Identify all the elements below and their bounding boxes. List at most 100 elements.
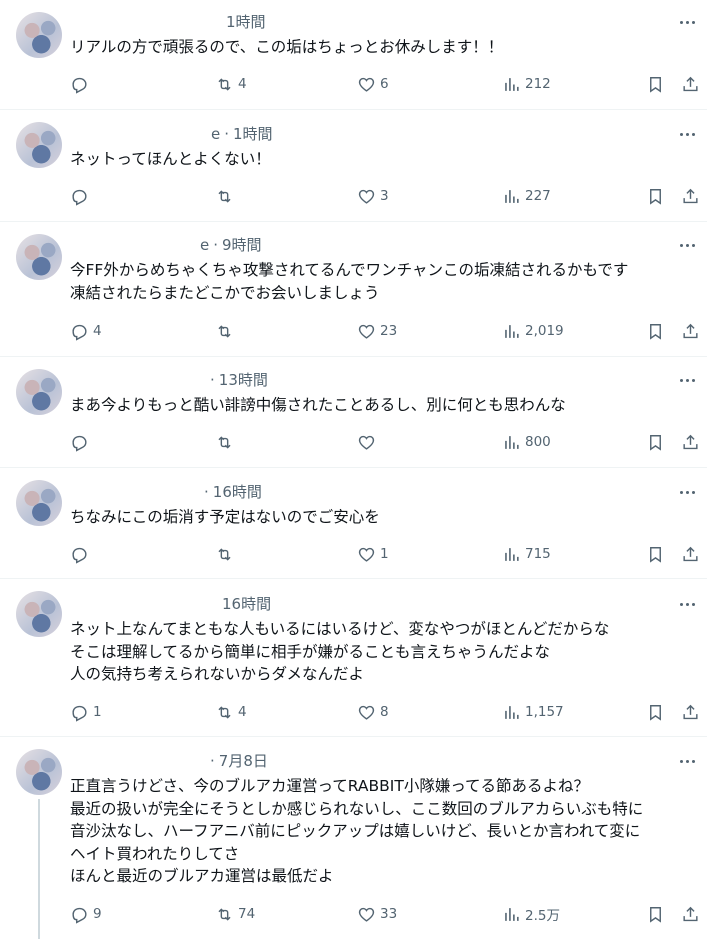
retweet-button[interactable] <box>215 319 238 343</box>
tweet-text: ちなみにこの垢消す予定はないのでご安心を <box>70 508 380 526</box>
tweet[interactable]: 1時間 リアルの方で頑張るので、この垢はちょっとお休みします！！ 4 6 212 <box>0 0 707 110</box>
avatar[interactable] <box>16 122 62 168</box>
reply-icon <box>72 324 87 341</box>
avatar[interactable] <box>16 369 62 415</box>
reply-button[interactable] <box>70 184 93 208</box>
bookmark-button[interactable] <box>646 430 665 454</box>
bookmark-button[interactable] <box>646 902 665 926</box>
share-button[interactable] <box>681 430 700 454</box>
tweet[interactable]: · 7月8日 正直言うけどさ、今のブルアカ運営ってRABBIT小隊嫌ってる節ある… <box>0 737 707 939</box>
more-options-icon[interactable] <box>675 14 699 30</box>
share-button[interactable] <box>681 700 700 724</box>
bookmark-button[interactable] <box>646 72 665 96</box>
tweet-meta: · 16時間 <box>204 482 262 502</box>
views-icon <box>505 705 519 719</box>
retweet-icon <box>218 435 231 449</box>
avatar[interactable] <box>16 234 62 280</box>
reply-button[interactable]: 1 <box>70 700 102 724</box>
tweet-handle[interactable]: e <box>200 235 209 255</box>
bookmark-icon <box>650 188 661 205</box>
share-button[interactable] <box>681 184 700 208</box>
more-options-icon[interactable] <box>675 484 699 500</box>
views-count: 1,157 <box>525 704 564 720</box>
tweet-text: 正直言うけどさ、今のブルアカ運営ってRABBIT小隊嫌ってる節あるよね？ 最近の… <box>70 777 644 885</box>
like-button[interactable]: 8 <box>357 700 389 724</box>
bookmark-button[interactable] <box>646 319 665 343</box>
avatar[interactable] <box>16 749 62 795</box>
share-icon <box>683 906 698 921</box>
bookmark-icon <box>650 434 661 451</box>
views-button[interactable]: 227 <box>502 184 551 208</box>
bookmark-button[interactable] <box>646 184 665 208</box>
more-options-icon[interactable] <box>675 237 699 253</box>
tweet-time[interactable]: 1時間 <box>233 124 273 144</box>
tweet-time[interactable]: 13時間 <box>219 370 268 390</box>
reply-button[interactable]: 4 <box>70 319 102 343</box>
retweet-icon <box>218 907 231 921</box>
more-options-icon[interactable] <box>675 372 699 388</box>
tweet-time[interactable]: 9時間 <box>222 235 262 255</box>
tweet[interactable]: · 13時間 まあ今よりもっと酷い誹謗中傷されたことあるし、別に何とも思わんな … <box>0 357 707 468</box>
reply-button[interactable] <box>70 542 93 566</box>
views-icon <box>505 907 519 921</box>
retweet-button[interactable] <box>215 430 238 454</box>
tweet[interactable]: · 16時間 ちなみにこの垢消す予定はないのでご安心を 1 715 <box>0 468 707 579</box>
tweet-actions: 4 23 2,019 <box>70 319 700 343</box>
tweet-handle[interactable]: e <box>211 124 220 144</box>
like-count: 6 <box>380 76 389 92</box>
like-button[interactable]: 3 <box>357 184 389 208</box>
like-button[interactable]: 1 <box>357 542 389 566</box>
reply-button[interactable]: 9 <box>70 902 102 926</box>
like-button[interactable]: 23 <box>357 319 397 343</box>
like-button[interactable]: 33 <box>357 902 397 926</box>
like-button[interactable]: 6 <box>357 72 389 96</box>
more-options-icon[interactable] <box>675 126 699 142</box>
retweet-button[interactable] <box>215 184 238 208</box>
views-icon <box>505 324 519 338</box>
bookmark-icon <box>650 76 661 93</box>
views-button[interactable]: 212 <box>502 72 551 96</box>
tweet[interactable]: e · 9時間 今FF外からめちゃくちゃ攻撃されてるんでワンチャンこの垢凍結され… <box>0 222 707 357</box>
reply-button[interactable] <box>70 72 93 96</box>
tweet[interactable]: e · 1時間 ネットってほんとよくない！ 3 227 <box>0 110 707 222</box>
views-button[interactable]: 2,019 <box>502 319 564 343</box>
tweet-time[interactable]: 16時間 <box>222 594 271 614</box>
retweet-button[interactable]: 4 <box>215 72 247 96</box>
tweet-time[interactable]: 1時間 <box>226 12 266 32</box>
tweet-meta: · 7月8日 <box>210 751 268 771</box>
retweet-button[interactable]: 4 <box>215 700 247 724</box>
retweet-button[interactable]: 74 <box>215 902 255 926</box>
bookmark-icon <box>650 704 661 721</box>
share-icon <box>683 188 698 203</box>
views-button[interactable]: 1,157 <box>502 700 564 724</box>
more-options-icon[interactable] <box>675 596 699 612</box>
reply-button[interactable] <box>70 430 93 454</box>
share-button[interactable] <box>681 902 700 926</box>
views-button[interactable]: 800 <box>502 430 551 454</box>
heart-icon <box>358 435 375 450</box>
thread-line <box>38 799 40 939</box>
avatar[interactable] <box>16 591 62 637</box>
like-count: 1 <box>380 546 389 562</box>
timeline-feed: 1時間 リアルの方で頑張るので、この垢はちょっとお休みします！！ 4 6 212 <box>0 0 707 939</box>
tweet-text: ネットってほんとよくない！ <box>70 150 271 168</box>
more-options-icon[interactable] <box>675 753 699 769</box>
share-button[interactable] <box>681 542 700 566</box>
views-button[interactable]: 715 <box>502 542 551 566</box>
retweet-button[interactable] <box>215 542 238 566</box>
share-button[interactable] <box>681 72 700 96</box>
tweet-time[interactable]: 7月8日 <box>219 751 268 771</box>
like-button[interactable] <box>357 430 380 454</box>
tweet-time[interactable]: 16時間 <box>213 482 262 502</box>
tweet[interactable]: 16時間 ネット上なんてまともな人もいるにはいるけど、変なやつがほとんどだからな… <box>0 579 707 737</box>
bookmark-button[interactable] <box>646 700 665 724</box>
share-button[interactable] <box>681 319 700 343</box>
reply-icon <box>72 705 87 722</box>
avatar[interactable] <box>16 12 62 58</box>
tweet-meta: e · 1時間 <box>211 124 273 144</box>
avatar[interactable] <box>16 480 62 526</box>
retweet-icon <box>218 189 231 203</box>
bookmark-button[interactable] <box>646 542 665 566</box>
tweet-text: ネット上なんてまともな人もいるにはいるけど、変なやつがほとんどだからな そこは理… <box>70 620 610 683</box>
views-button[interactable]: 2.5万 <box>502 902 560 926</box>
